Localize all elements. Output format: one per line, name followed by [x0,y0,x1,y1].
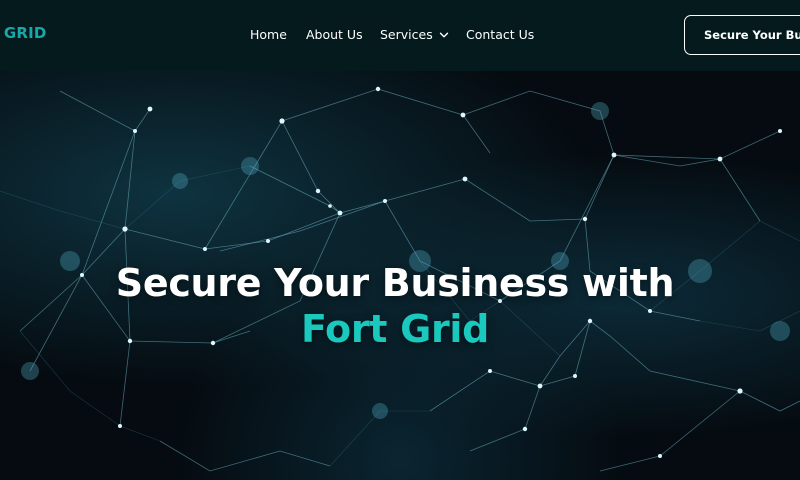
hero-title-brand: Fort Grid [300,307,490,351]
nav-about-us[interactable]: About Us [306,27,363,42]
navbar: T GRID Home About Us Services Contact Us… [0,0,800,71]
nav-home[interactable]: Home [250,27,287,42]
chevron-down-icon [439,32,448,37]
secure-your-business-button[interactable]: Secure Your Business [684,15,800,55]
hero-title-line1: Secure Your Business with [115,261,675,305]
nav-services[interactable]: Services [380,27,449,42]
nav-services-label: Services [380,27,433,42]
nav-contact-us[interactable]: Contact Us [466,27,534,42]
hero-section: Secure Your Business with Fort Grid [0,71,800,480]
brand-logo[interactable]: T GRID [0,24,47,42]
